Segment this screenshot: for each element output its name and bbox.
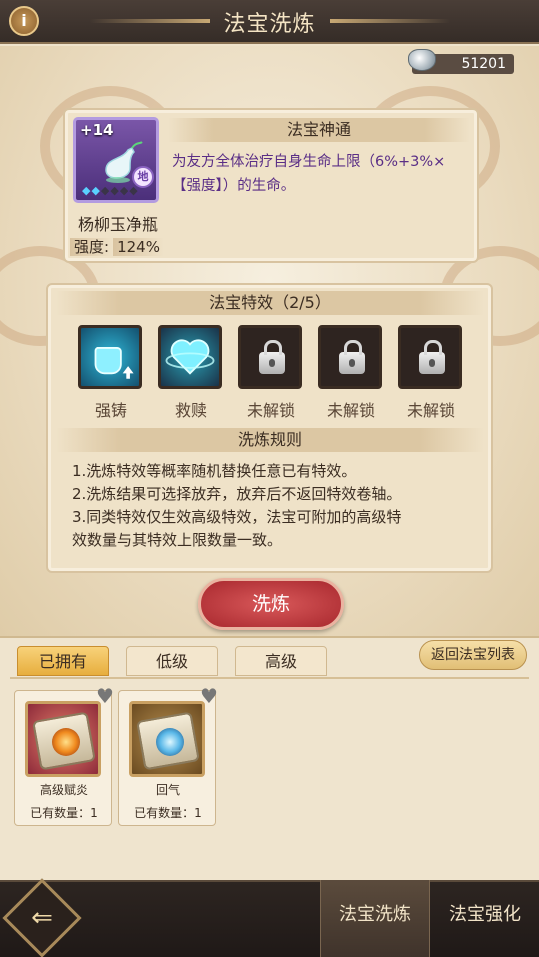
fist-up-icon — [94, 347, 134, 379]
fire-scroll-icon — [25, 701, 101, 777]
item-count: 已有数量：1 — [134, 806, 202, 820]
effect-label: 强铸 — [94, 401, 127, 420]
lock-icon — [259, 340, 285, 374]
treasure-card[interactable]: +14 ◆◆◆◆◆◆ 地 — [73, 117, 159, 203]
tab-divider — [10, 677, 529, 679]
effect-label: 未解锁 — [406, 401, 455, 420]
ability-description: 为友方全体治疗自身生命上限（6%+3%×【强度】）的生命。 — [172, 154, 446, 194]
item-name: 高级赋炎 — [39, 783, 88, 797]
lock-icon — [419, 340, 445, 374]
wind-scroll-icon — [129, 701, 205, 777]
tab-owned[interactable]: 已拥有 — [17, 646, 109, 676]
effect-slot-forge[interactable]: 强铸 — [78, 325, 144, 421]
favorite-heart-icon[interactable]: ♥ — [93, 685, 117, 707]
rule-line: 2.洗炼结果可选择放弃，放弃后不返回特效卷轴。 — [72, 485, 402, 503]
tab-treasure-enhance[interactable]: 法宝强化 — [430, 880, 539, 957]
tab-treasure-refine[interactable]: 法宝洗炼 — [320, 880, 430, 957]
rules-text: 1.洗炼特效等概率随机替换任意已有特效。 2.洗炼结果可选择放弃，放弃后不返回特… — [72, 460, 482, 552]
swirl-emblem-icon — [156, 728, 184, 756]
rule-line: 效数量与其特效上限数量一致。 — [72, 531, 283, 549]
title-ornament-right — [330, 19, 450, 23]
tab-low[interactable]: 低级 — [126, 646, 218, 676]
inventory-item[interactable]: ♥ 回气 已有数量：1 — [118, 685, 218, 826]
lock-icon — [339, 340, 365, 374]
treasure-name: 杨柳玉净瓶 — [77, 215, 158, 234]
strength-value: 124% — [113, 238, 164, 256]
item-count: 已有数量：1 — [30, 806, 98, 820]
effect-slot-locked[interactable]: 未解锁 — [398, 325, 464, 421]
treasure-level: +14 — [80, 121, 114, 139]
refine-button[interactable]: 洗炼 — [198, 578, 344, 630]
effect-box — [78, 325, 142, 389]
inventory-item[interactable]: ♥ 高级赋炎 已有数量：1 — [14, 685, 114, 826]
effect-box — [238, 325, 302, 389]
effect-slot-locked[interactable]: 未解锁 — [238, 325, 304, 421]
effect-slot-locked[interactable]: 未解锁 — [318, 325, 384, 421]
favorite-heart-icon[interactable]: ♥ — [197, 685, 221, 707]
effects-heading: 法宝特效（2/5） — [56, 291, 484, 315]
rule-line: 1.洗炼特效等概率随机替换任意已有特效。 — [72, 462, 357, 480]
rule-line: 3.同类特效仅生效高级特效，法宝可附加的高级特 — [72, 508, 402, 526]
top-bar: i 法宝洗炼 — [0, 0, 539, 44]
effect-label: 救赎 — [174, 401, 207, 420]
silver-ingot-icon — [408, 49, 436, 71]
effect-box — [158, 325, 222, 389]
rules-heading: 洗炼规则 — [56, 428, 484, 452]
ability-heading: 法宝神通 — [168, 118, 470, 142]
fire-emblem-icon — [52, 728, 80, 756]
treasure-strength: 强度: 124% — [70, 236, 164, 257]
strength-label: 强度: — [70, 238, 114, 256]
effect-box — [398, 325, 462, 389]
grade-badge: 地 — [132, 166, 154, 188]
tab-high[interactable]: 高级 — [235, 646, 327, 676]
back-arrow-icon[interactable]: ⇐ — [22, 896, 62, 940]
effect-label: 未解锁 — [246, 401, 295, 420]
effect-box — [318, 325, 382, 389]
effect-slot-redeem[interactable]: 救赎 — [158, 325, 224, 421]
item-name: 回气 — [155, 783, 180, 797]
effect-label: 未解锁 — [326, 401, 375, 420]
page-title: 法宝洗炼 — [223, 12, 316, 37]
return-to-list-button[interactable]: 返回法宝列表 — [419, 640, 527, 670]
star-dots: ◆◆◆◆◆◆ — [82, 184, 139, 197]
heart-icon — [165, 339, 215, 375]
